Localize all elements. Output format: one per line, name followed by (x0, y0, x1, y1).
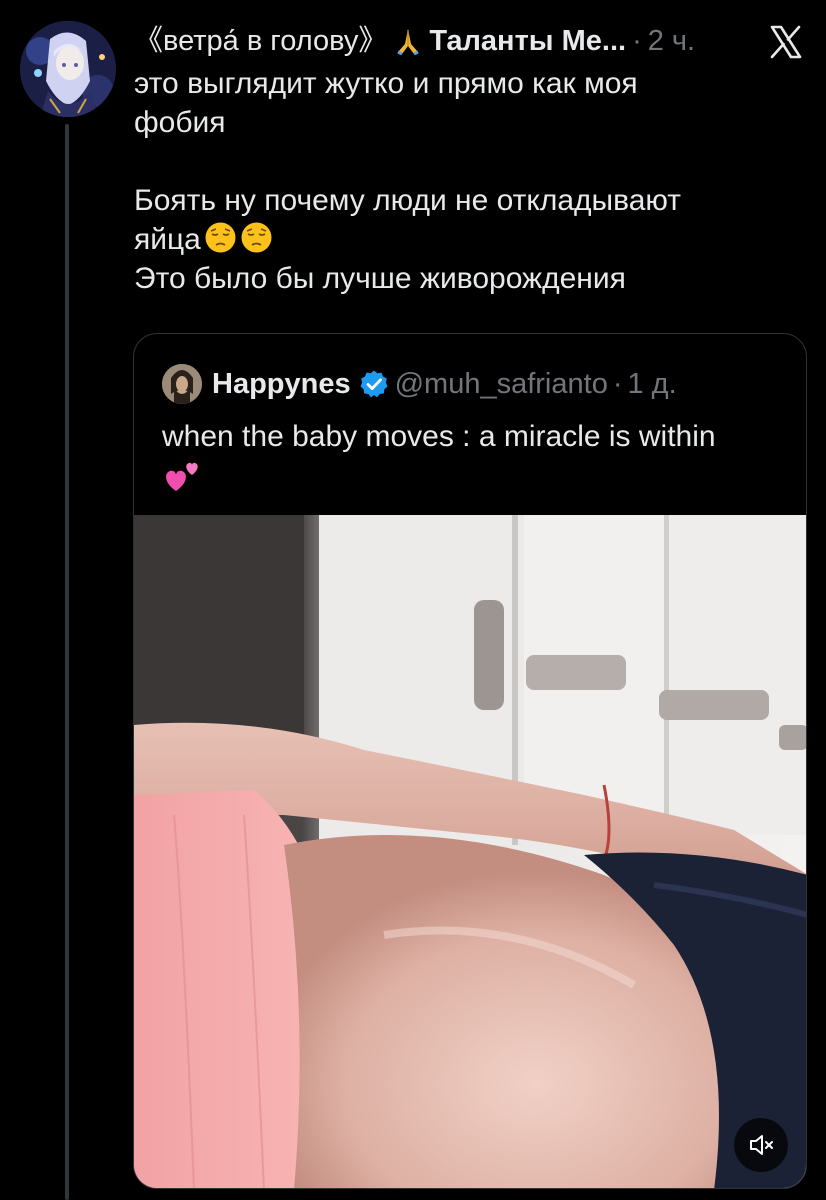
pensive-face-icon (204, 221, 237, 254)
avatar-illustration (20, 21, 116, 117)
tweet-line: фобия (134, 106, 226, 139)
author-display-name[interactable]: 《ветра́ в голову》 (134, 22, 387, 60)
tweet-header: 《ветра́ в голову》 Таланты Ме... · 2 ч. (134, 22, 814, 60)
time-separator: · (632, 25, 642, 57)
speaker-muted-icon (750, 1135, 773, 1155)
quoted-author-name[interactable]: Happynes (212, 364, 351, 404)
author-avatar[interactable] (20, 21, 116, 117)
tweet-time[interactable]: 2 ч. (648, 22, 695, 60)
pensive-face-icon (240, 221, 273, 254)
x-logo-icon[interactable] (766, 22, 806, 62)
tweet-line-with-emoji: яйца (134, 220, 784, 259)
mute-toggle-button[interactable] (734, 1118, 788, 1172)
quoted-author-avatar[interactable] (162, 364, 202, 404)
quoted-time-separator: · (612, 368, 623, 400)
tweet-line: яйца (134, 223, 201, 256)
quoted-tweet-time[interactable]: 1 д. (628, 364, 677, 404)
thread-line (65, 124, 69, 1200)
folded-hands-icon (393, 26, 423, 56)
quoted-tweet-body: when the baby moves : a miracle is withi… (162, 417, 792, 500)
author-handle[interactable]: Таланты Ме... (429, 22, 626, 60)
quoted-tweet-text: when the baby moves : a miracle is withi… (162, 420, 716, 453)
video-player[interactable] (134, 515, 806, 1188)
quoted-tweet-card[interactable]: Happynes @muh_safrianto · 1 д. when the … (133, 333, 807, 1189)
tweet-line (134, 142, 784, 181)
verified-badge-icon (359, 369, 389, 399)
tweet-line: Это было бы лучше живорождения (134, 262, 626, 295)
tweet-container: 《ветра́ в голову》 Таланты Ме... · 2 ч. э… (0, 0, 826, 1200)
quoted-tweet-header: Happynes @muh_safrianto · 1 д. (162, 364, 677, 404)
quoted-author-handle[interactable]: @muh_safrianto (395, 364, 608, 404)
two-hearts-icon (162, 457, 202, 497)
tweet-line: это выглядит жутко и прямо как моя (134, 67, 638, 100)
tweet-line: Боять ну почему люди не откладывают (134, 184, 681, 217)
tweet-body: это выглядит жутко и прямо как моя фобия… (134, 64, 784, 298)
video-frame (134, 515, 806, 1188)
